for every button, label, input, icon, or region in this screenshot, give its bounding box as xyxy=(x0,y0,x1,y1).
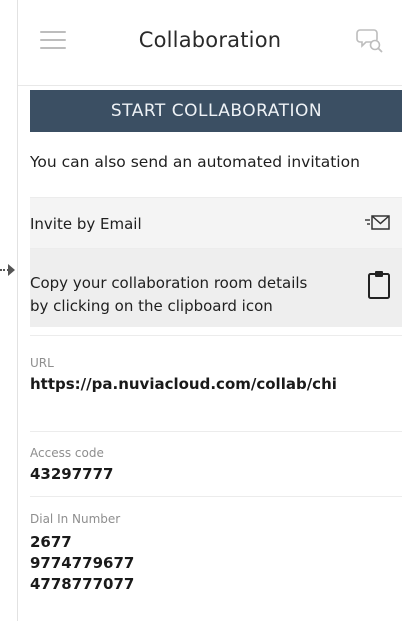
copy-instructions-line-2: by clicking on the clipboard icon xyxy=(30,297,273,315)
screen: Collaboration START COLLABORATION You ca… xyxy=(0,0,402,621)
access-code-field: Access code 43297777 xyxy=(30,431,402,496)
invitation-note: You can also send an automated invitatio… xyxy=(30,153,360,171)
start-collaboration-button[interactable]: START COLLABORATION xyxy=(30,90,402,132)
invite-by-email-label: Invite by Email xyxy=(30,215,142,233)
dial-in-number: 4778777077 xyxy=(30,575,135,593)
page-title: Collaboration xyxy=(138,28,282,52)
url-value: https://pa.nuviacloud.com/collab/chi xyxy=(30,375,337,393)
url-field: URL https://pa.nuviacloud.com/collab/chi xyxy=(30,335,402,431)
copy-instructions: Copy your collaboration room details by … xyxy=(30,272,340,318)
copy-details-block: Copy your collaboration room details by … xyxy=(30,249,402,327)
envelope-icon[interactable] xyxy=(365,213,391,233)
access-code-label: Access code xyxy=(30,446,104,460)
app-window: Collaboration START COLLABORATION You ca… xyxy=(17,0,402,621)
dial-in-numbers: 2677 9774779677 4778777077 xyxy=(30,532,402,595)
dial-in-number: 9774779677 xyxy=(30,554,135,572)
app-header: Collaboration xyxy=(18,0,402,86)
dial-in-label: Dial In Number xyxy=(30,512,121,526)
dial-in-number: 2677 xyxy=(30,533,72,551)
arrow-right-icon xyxy=(0,260,16,280)
clipboard-icon[interactable] xyxy=(367,270,391,300)
url-label: URL xyxy=(30,356,54,370)
copy-instructions-line-1: Copy your collaboration room details xyxy=(30,274,308,292)
access-code-value: 43297777 xyxy=(30,465,114,483)
dial-in-field: Dial In Number 2677 9774779677 477877707… xyxy=(30,496,402,621)
chat-search-icon[interactable] xyxy=(356,26,384,54)
invite-by-email-row[interactable]: Invite by Email xyxy=(30,197,402,249)
